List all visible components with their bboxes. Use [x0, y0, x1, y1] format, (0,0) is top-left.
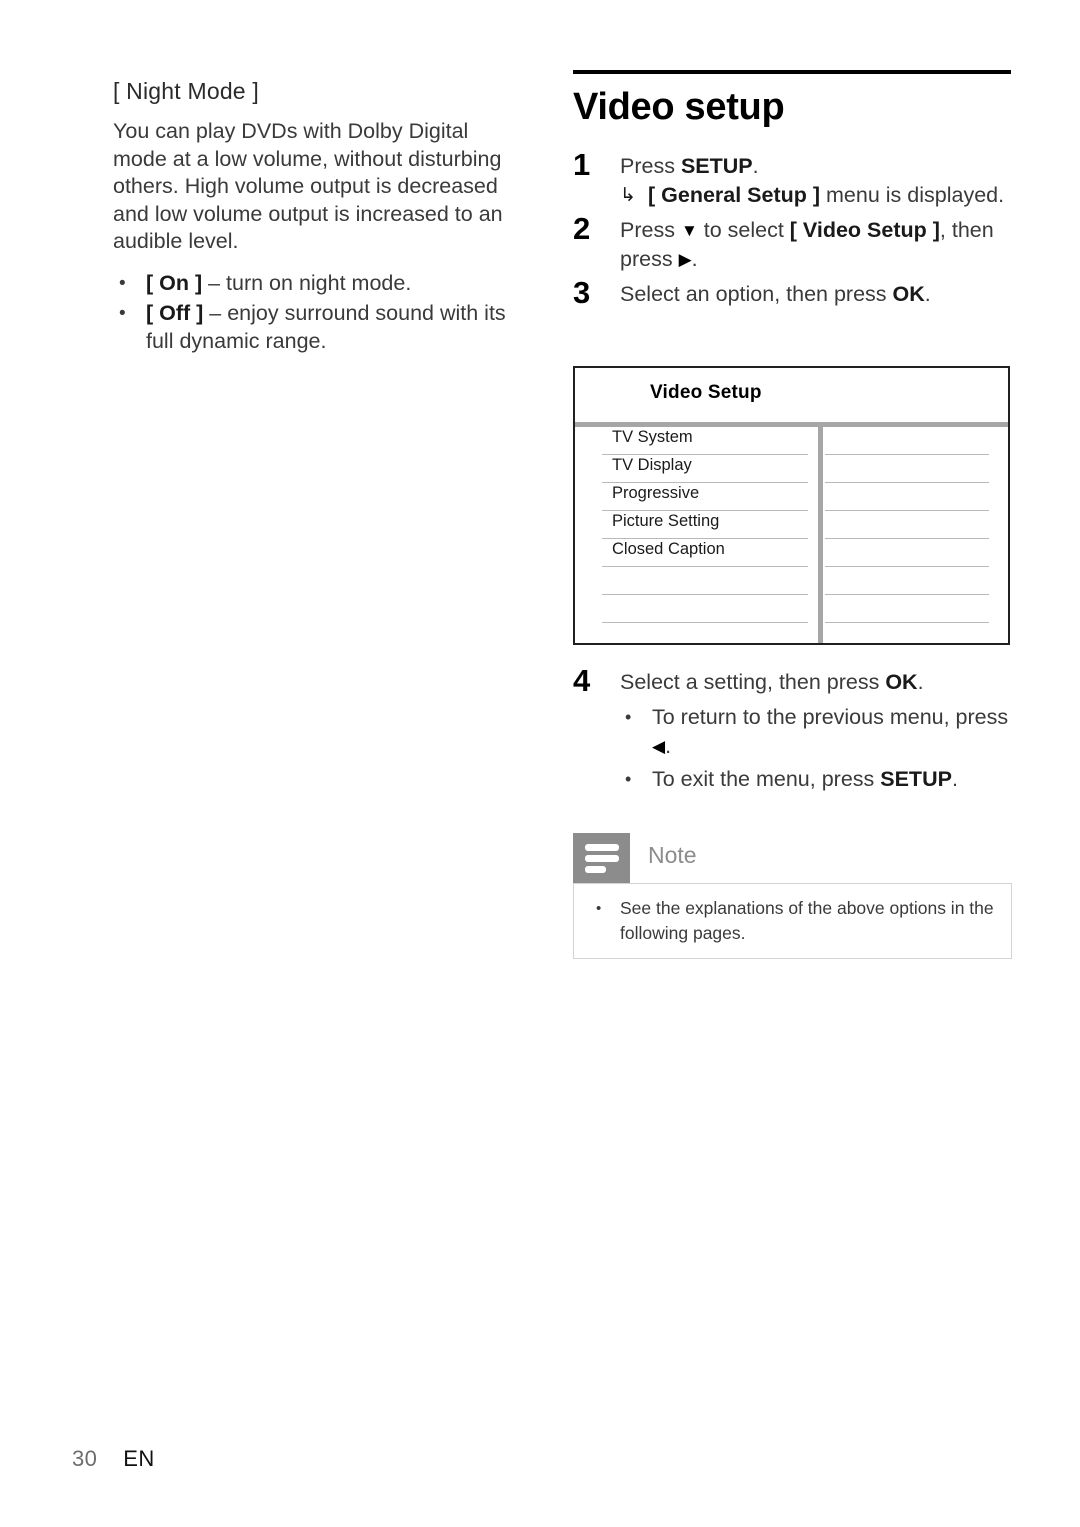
setting-label: Progressive: [612, 484, 700, 502]
setting-label: TV Display: [612, 456, 692, 474]
key-setup: SETUP: [880, 767, 952, 791]
bullet-dot-icon: •: [596, 900, 602, 917]
night-mode-paragraph: You can play DVDs with Dolby Digital mod…: [113, 119, 503, 253]
step-number: 4: [573, 663, 591, 698]
step-4-container: 4 Select a setting, then press OK. • To r…: [573, 664, 1013, 800]
step-text: Select an option, then press OK.: [620, 280, 1013, 309]
step-1: 1 Press SETUP. ↳ [ General Setup ] menu i…: [573, 148, 1013, 210]
note-icon-bar-2: [585, 855, 619, 862]
note-text-before: To return to the previous menu, press: [652, 705, 1009, 729]
step-4: 4 Select a setting, then press OK. • To r…: [573, 664, 1013, 794]
step-text: Press SETUP.: [620, 152, 1013, 181]
screen-body: TV System TV Display Progressive Picture…: [575, 427, 1008, 643]
procedure-steps: 1 Press SETUP. ↳ [ General Setup ] menu i…: [573, 148, 1013, 309]
list-item: • [ Off ] – enjoy surround sound with it…: [113, 300, 513, 355]
table-row[interactable]: Picture Setting: [575, 511, 1008, 539]
page-title: Video setup: [573, 86, 785, 128]
note-label: Note: [648, 842, 697, 868]
step-1-result: ↳ [ General Setup ] menu is displayed.: [620, 181, 1013, 210]
list-item: • See the explanations of the above optio…: [588, 896, 997, 946]
step-text-before: Press: [620, 218, 681, 242]
step-4-notes: • To return to the previous menu, press ◀…: [620, 703, 1013, 794]
bullet-dot-icon: •: [119, 303, 126, 324]
result-text: menu is displayed.: [820, 183, 1005, 207]
page-footer: 30 EN: [72, 1446, 155, 1472]
step-3: 3 Select an option, then press OK.: [573, 276, 1013, 309]
bullet-dot-icon: •: [119, 272, 126, 294]
screen-title: Video Setup: [650, 382, 762, 403]
step-text-after: .: [924, 282, 931, 306]
bullet-dot-icon: •: [625, 769, 632, 789]
note-box: Note • See the explanations of the above …: [573, 833, 1012, 959]
night-mode-subheading: [ Night Mode ]: [113, 78, 259, 104]
key-setup: SETUP: [680, 154, 753, 178]
manual-page: [ Night Mode ] You can play DVDs with Do…: [0, 0, 1080, 1527]
screen-header: Video Setup: [575, 368, 1008, 422]
step-text-line2: press ▶.: [620, 245, 1013, 274]
arrow-left-icon: ◀: [652, 737, 666, 756]
menu-term: [ General Setup ]: [648, 183, 821, 207]
video-setup-screen: Video Setup TV System TV Display Progres…: [573, 366, 1010, 645]
step-text-before: Select an option, then press: [620, 282, 893, 306]
option-term: [ Off ]: [146, 301, 204, 325]
table-row[interactable]: Progressive: [575, 483, 1008, 511]
left-column: [ Night Mode ] You can play DVDs with Do…: [113, 76, 513, 358]
note-text-after: .: [665, 734, 672, 758]
step-number: 3: [573, 275, 591, 310]
night-mode-option-list: • [ On ] – turn on night mode. • [ Off ]…: [113, 270, 513, 356]
option-term: [ On ]: [146, 270, 203, 295]
settings-list: TV System TV Display Progressive Picture…: [575, 427, 1008, 643]
page-number: 30: [72, 1446, 98, 1471]
setting-label: TV System: [612, 428, 693, 446]
step-text-before2: press: [620, 247, 679, 271]
language-code: EN: [123, 1446, 155, 1471]
step-text-after: .: [917, 670, 924, 694]
note-header: Note: [573, 833, 1012, 883]
section-top-rule: [573, 70, 1011, 74]
menu-term: [ Video Setup ]: [789, 218, 940, 242]
note-icon-bar-3: [585, 866, 606, 873]
step-text-before: Press: [620, 154, 681, 178]
step-text-after: , then: [939, 218, 994, 242]
note-lines-icon: [573, 833, 630, 883]
table-row: [575, 595, 1008, 623]
setting-label: Picture Setting: [612, 512, 720, 530]
note-item-text: See the explanations of the above option…: [620, 898, 994, 943]
note-icon-bar-1: [585, 844, 619, 851]
list-item: • [ On ] – turn on night mode.: [113, 270, 513, 298]
key-ok: OK: [885, 670, 918, 694]
step-text-after: .: [752, 154, 759, 178]
list-item: • To exit the menu, press SETUP.: [620, 765, 1013, 794]
step-text: Press ▼ to select [ Video Setup ], then: [620, 216, 1013, 245]
right-column: Video setup 1 Press SETUP. ↳ [ General Se…: [573, 70, 1013, 315]
table-row: [575, 567, 1008, 595]
option-description: – turn on night mode.: [202, 270, 412, 295]
list-item: • To return to the previous menu, press ◀…: [620, 703, 1013, 761]
result-arrow-icon: ↳: [620, 185, 636, 206]
note-list: • See the explanations of the above optio…: [588, 896, 997, 946]
step-number: 1: [573, 147, 591, 182]
step-text: Select a setting, then press OK.: [620, 668, 1013, 697]
note-text-before: To exit the menu, press: [652, 767, 881, 791]
step-text-mid: to select: [697, 218, 790, 242]
step-text-before: Select a setting, then press: [620, 670, 886, 694]
setting-label: Closed Caption: [612, 540, 725, 558]
bullet-dot-icon: •: [625, 707, 632, 727]
step-2: 2 Press ▼ to select [ Video Setup ], the…: [573, 212, 1013, 274]
note-text-after: .: [951, 767, 958, 791]
step-number: 2: [573, 211, 591, 246]
step-text-after2: .: [691, 247, 698, 271]
table-row[interactable]: Closed Caption: [575, 539, 1008, 567]
key-ok: OK: [892, 282, 925, 306]
arrow-right-icon: ▶: [678, 250, 692, 269]
arrow-down-icon: ▼: [680, 221, 698, 240]
table-row[interactable]: TV Display: [575, 455, 1008, 483]
note-body: • See the explanations of the above optio…: [573, 883, 1012, 959]
table-row: [575, 623, 1008, 651]
table-row[interactable]: TV System: [575, 427, 1008, 455]
